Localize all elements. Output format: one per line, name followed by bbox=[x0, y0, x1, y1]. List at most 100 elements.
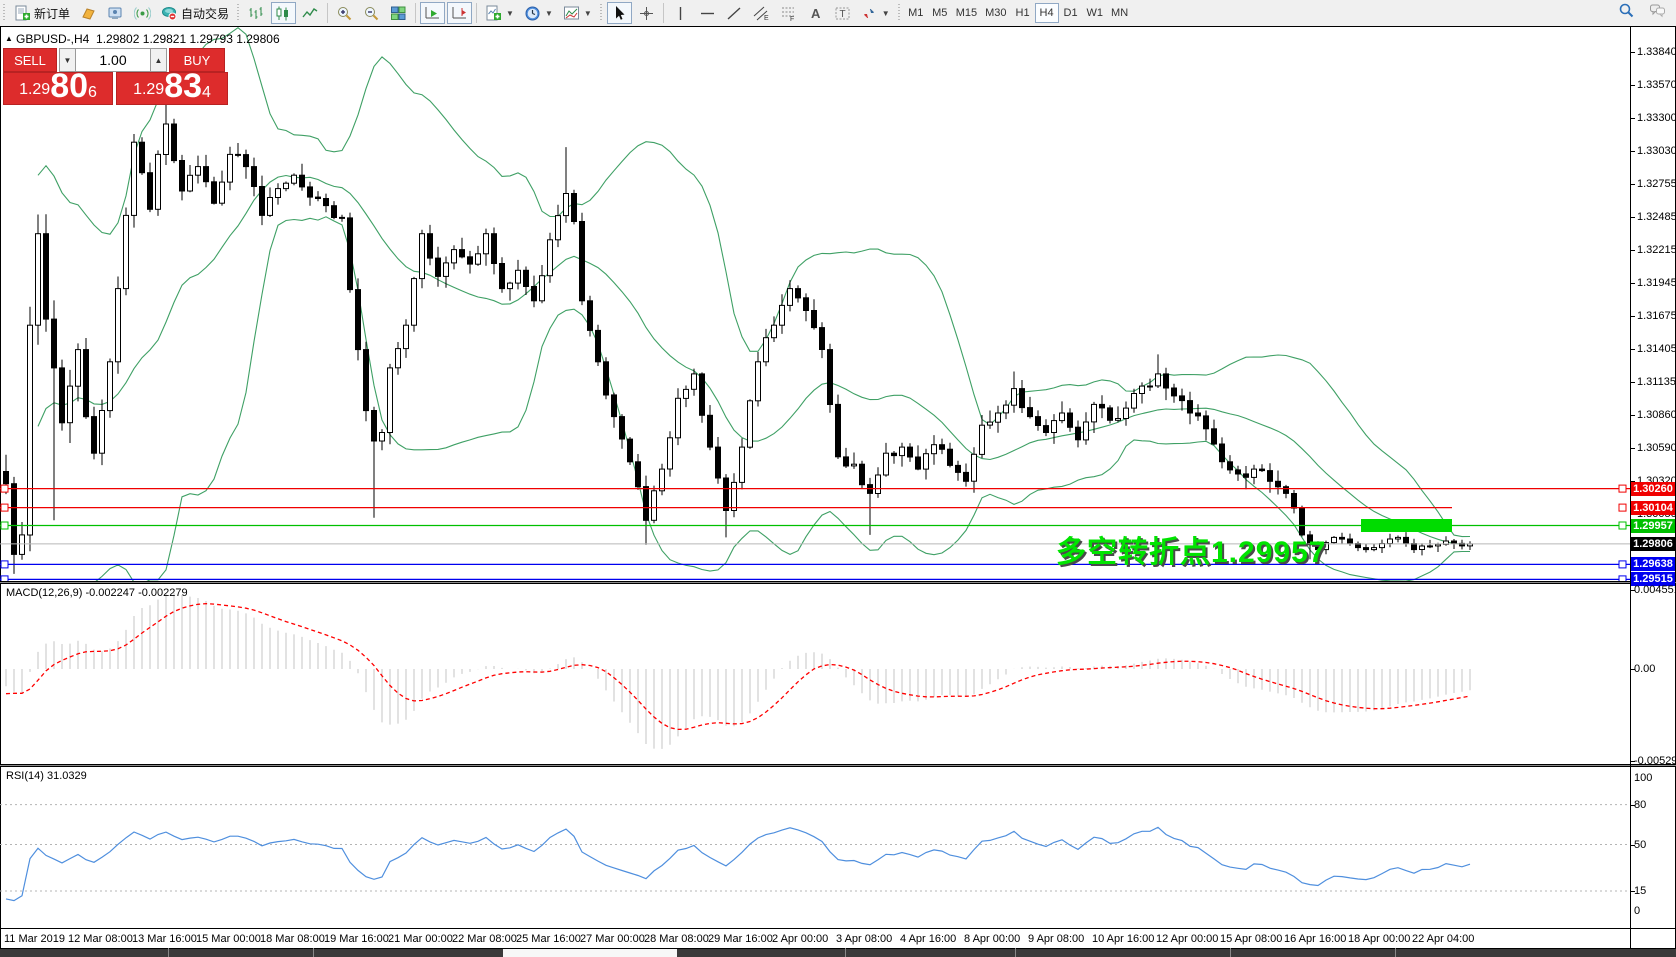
time-tick-label: 27 Mar 00:00 bbox=[580, 933, 645, 945]
timeframe-button-mn[interactable]: MN bbox=[1107, 3, 1132, 23]
timeframe-button-h1[interactable]: H1 bbox=[1011, 3, 1035, 23]
timeframe-button-m5[interactable]: M5 bbox=[928, 3, 952, 23]
cursor-button[interactable] bbox=[607, 2, 632, 24]
line-handle[interactable] bbox=[1619, 522, 1626, 529]
chart-shift-button[interactable] bbox=[447, 2, 472, 24]
candle bbox=[1196, 413, 1201, 416]
svg-text:E: E bbox=[764, 15, 769, 22]
sell-button[interactable]: SELL bbox=[3, 48, 57, 72]
toolbar-grip[interactable] bbox=[2, 4, 7, 22]
rsi-axis-label: 80 bbox=[1634, 799, 1672, 811]
bollinger-band-line bbox=[38, 28, 1470, 537]
search-icon[interactable] bbox=[1618, 2, 1635, 24]
axis-tick bbox=[1630, 217, 1635, 218]
candle bbox=[636, 462, 641, 487]
fibonacci-icon: F bbox=[780, 5, 797, 22]
rsi-indicator-canvas[interactable] bbox=[0, 767, 1630, 928]
line-handle[interactable] bbox=[1, 504, 8, 511]
candle bbox=[516, 270, 521, 283]
candle bbox=[1140, 386, 1145, 393]
line-handle[interactable] bbox=[1619, 485, 1626, 492]
candle bbox=[876, 475, 881, 494]
candle bbox=[828, 350, 833, 405]
crosshair-button[interactable] bbox=[634, 2, 659, 24]
macd-indicator-canvas[interactable] bbox=[0, 584, 1630, 764]
text-icon: A bbox=[807, 5, 824, 22]
candle bbox=[884, 453, 889, 475]
candle bbox=[1388, 539, 1393, 544]
auto-scroll-button[interactable] bbox=[420, 2, 445, 24]
new-chart-button[interactable]: ▼ bbox=[481, 2, 518, 24]
timeframe-button-d1[interactable]: D1 bbox=[1059, 3, 1083, 23]
axis-tick bbox=[1630, 283, 1635, 284]
line-handle[interactable] bbox=[1, 561, 8, 568]
price-chart-canvas[interactable] bbox=[0, 27, 1630, 581]
zoom-in-icon bbox=[336, 5, 353, 22]
candle bbox=[44, 234, 49, 319]
candle bbox=[124, 215, 129, 288]
new-order-button[interactable]: 新订单 bbox=[10, 2, 74, 24]
candle bbox=[204, 167, 209, 182]
chart-annotation-text[interactable]: 多空转折点1.29957 bbox=[1056, 527, 1326, 571]
vertical-line-button[interactable] bbox=[668, 2, 693, 24]
ticket-button[interactable] bbox=[76, 2, 101, 24]
indicators-icon bbox=[563, 5, 580, 22]
candle bbox=[1172, 388, 1177, 396]
candle bbox=[476, 254, 481, 264]
rsi-axis-label: 15 bbox=[1634, 885, 1672, 897]
timeframe-button-m15[interactable]: M15 bbox=[952, 3, 981, 23]
sell-price-display[interactable]: 1.29 80 6 bbox=[3, 72, 113, 105]
sell-price-pip: 6 bbox=[88, 73, 97, 113]
line-handle[interactable] bbox=[1619, 561, 1626, 568]
candle bbox=[892, 453, 897, 455]
candle bbox=[964, 472, 969, 481]
channel-button[interactable]: E bbox=[749, 2, 774, 24]
candle bbox=[1124, 408, 1129, 418]
timeframe-button-h4[interactable]: H4 bbox=[1035, 3, 1059, 23]
candle bbox=[780, 305, 785, 325]
arrows-button[interactable]: ▼ bbox=[857, 2, 894, 24]
timeframe-button-m1[interactable]: M1 bbox=[904, 3, 928, 23]
label-button[interactable]: T bbox=[830, 2, 855, 24]
auto-trading-button[interactable]: 自动交易 bbox=[157, 2, 233, 24]
line-handle[interactable] bbox=[1619, 504, 1626, 511]
candle bbox=[908, 447, 913, 457]
candle bbox=[620, 417, 625, 439]
tile-windows-button[interactable] bbox=[386, 2, 411, 24]
zoom-in-button[interactable] bbox=[332, 2, 357, 24]
highlight-rectangle-object[interactable] bbox=[1361, 519, 1452, 532]
buy-price-display[interactable]: 1.29 83 4 bbox=[116, 72, 228, 105]
line-chart-button[interactable] bbox=[298, 2, 323, 24]
candle bbox=[1100, 404, 1105, 408]
toolbar-grip[interactable] bbox=[236, 4, 241, 22]
candle bbox=[1452, 541, 1457, 543]
toolbar-grip[interactable] bbox=[599, 4, 604, 22]
signal-button[interactable] bbox=[130, 2, 155, 24]
candle bbox=[1436, 544, 1441, 546]
timeframe-button-w1[interactable]: W1 bbox=[1083, 3, 1108, 23]
horizontal-line-button[interactable] bbox=[695, 2, 720, 24]
bar-chart-button[interactable] bbox=[244, 2, 269, 24]
candle bbox=[1132, 394, 1137, 409]
periods-button[interactable]: ▼ bbox=[520, 2, 557, 24]
indicators-button[interactable]: ▼ bbox=[559, 2, 596, 24]
trendline-button[interactable] bbox=[722, 2, 747, 24]
candlestick-button[interactable] bbox=[271, 2, 296, 24]
one-click-collapse-icon[interactable]: ▲ bbox=[5, 34, 13, 43]
line-handle[interactable] bbox=[1, 522, 8, 529]
candle bbox=[756, 362, 761, 401]
candle bbox=[212, 182, 217, 204]
candle bbox=[1180, 396, 1185, 401]
fibonacci-button[interactable]: F bbox=[776, 2, 801, 24]
candle bbox=[948, 449, 953, 465]
text-button[interactable]: A bbox=[803, 2, 828, 24]
line-handle[interactable] bbox=[1, 485, 8, 492]
zoom-out-button[interactable] bbox=[359, 2, 384, 24]
timeframe-button-m30[interactable]: M30 bbox=[981, 3, 1010, 23]
publisher-button[interactable] bbox=[103, 2, 128, 24]
candle bbox=[1044, 426, 1049, 433]
toolbar-grip[interactable] bbox=[897, 4, 902, 22]
zoom-out-icon bbox=[363, 5, 380, 22]
price-tick-label: 1.31405 bbox=[1637, 343, 1675, 355]
chat-icon[interactable] bbox=[1649, 2, 1666, 24]
